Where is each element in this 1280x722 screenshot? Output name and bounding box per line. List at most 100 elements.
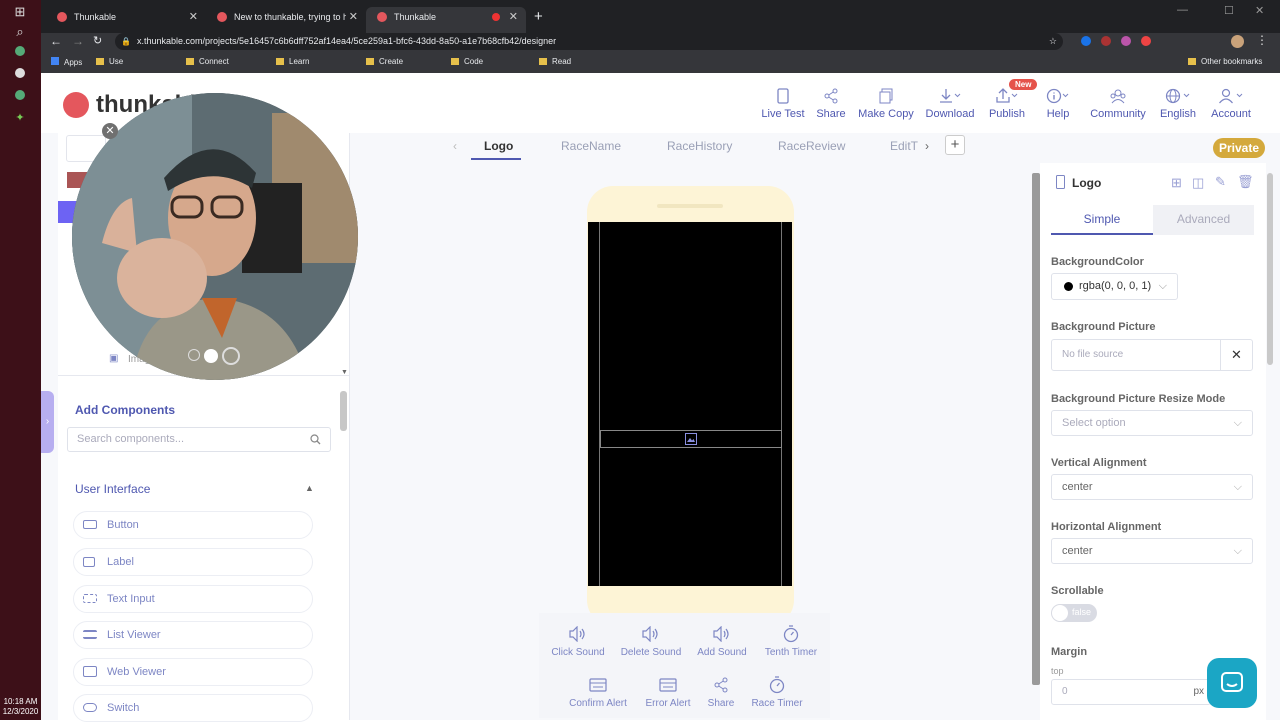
user-icon (1219, 88, 1243, 104)
component-switch[interactable]: Switch (73, 694, 313, 722)
make-copy-button[interactable]: Make Copy (857, 87, 915, 120)
image-component[interactable] (600, 430, 782, 448)
add-folder-icon[interactable]: ⊞ (1171, 175, 1182, 191)
other-bookmarks[interactable]: Other bookmarks (1188, 57, 1262, 66)
header-button-label: Community (1090, 108, 1146, 120)
tab-advanced[interactable]: Advanced (1153, 205, 1254, 235)
component-search-input[interactable]: Search components... (67, 427, 331, 452)
android-icon[interactable]: ✦ (12, 110, 28, 126)
alert-icon (659, 678, 677, 692)
component-label[interactable]: Label (73, 548, 313, 576)
download-button[interactable]: Download (924, 87, 976, 120)
race-timer-action[interactable]: Race Timer (742, 676, 812, 709)
horizontal-alignment-select[interactable]: center ⌵ (1051, 538, 1253, 564)
extension-icon[interactable] (1141, 36, 1151, 46)
forward-icon[interactable]: → (72, 34, 84, 48)
tab-logo[interactable]: Logo (484, 139, 513, 153)
bookmark-item[interactable]: Read (539, 57, 571, 66)
share-icon (824, 88, 838, 104)
maximize-icon[interactable]: ☐ (1224, 4, 1234, 17)
tabs-prev-icon[interactable]: ‹ (453, 139, 457, 153)
bookmark-item[interactable]: Code (451, 57, 483, 66)
live-test-button[interactable]: Live Test (761, 87, 805, 120)
layout-icon[interactable]: ◫ (1192, 175, 1204, 191)
bookmark-item[interactable]: Apps (51, 57, 82, 67)
bookmark-item[interactable]: Learn (276, 57, 309, 66)
webcam-close-icon[interactable]: ✕ (102, 123, 118, 139)
chat-support-button[interactable] (1207, 658, 1257, 708)
close-icon[interactable]: ✕ (189, 7, 198, 27)
search-icon[interactable]: ⌕ (12, 24, 28, 40)
tab-simple[interactable]: Simple (1051, 205, 1153, 235)
community-button[interactable]: Community (1087, 87, 1149, 120)
tab-racereview[interactable]: RaceReview (778, 139, 845, 153)
close-icon[interactable]: ✕ (509, 7, 518, 27)
component-web-viewer[interactable]: Web Viewer (73, 658, 313, 686)
tenth-timer-action[interactable]: Tenth Timer (756, 625, 826, 658)
component-button[interactable]: Button (73, 511, 313, 539)
properties-scrollbar[interactable] (1267, 173, 1273, 365)
browser-tab[interactable]: Thunkable ✕ (46, 7, 206, 33)
chevron-up-icon[interactable]: ▲ (305, 483, 314, 493)
close-icon[interactable]: ✕ (349, 7, 358, 27)
window-close-icon[interactable]: ✕ (1255, 4, 1264, 17)
resize-mode-select[interactable]: Select option ⌵ (1051, 410, 1253, 436)
tabs-next-icon[interactable]: › (925, 139, 929, 153)
share-button[interactable]: Share (813, 87, 849, 120)
language-button[interactable]: English (1159, 87, 1197, 120)
delete-sound-action[interactable]: Delete Sound (616, 625, 686, 658)
bookmark-item[interactable]: Use (96, 57, 123, 66)
background-picture-input[interactable]: No file source ✕ (1051, 339, 1253, 371)
minimize-icon[interactable]: — (1177, 4, 1188, 16)
account-button[interactable]: Account (1209, 87, 1253, 120)
new-tab-button[interactable]: + (534, 8, 543, 25)
extension-icon[interactable] (1101, 36, 1111, 46)
view-option-medium[interactable] (204, 349, 218, 363)
back-icon[interactable]: ← (50, 34, 62, 48)
clear-icon[interactable]: ✕ (1220, 340, 1252, 370)
alert-icon (589, 678, 607, 692)
section-user-interface[interactable]: User Interface (75, 482, 150, 496)
confirm-alert-action[interactable]: Confirm Alert (563, 676, 633, 709)
globe-icon (1165, 88, 1190, 104)
extension-icon[interactable] (1081, 36, 1091, 46)
star-icon[interactable]: ☆ (1049, 33, 1057, 50)
browser-tab[interactable]: New to thunkable, trying to hire ✕ (206, 7, 366, 33)
action-label: Click Sound (551, 647, 605, 658)
browser-tab-active[interactable]: Thunkable ✕ (366, 7, 526, 33)
margin-top-input[interactable]: 0 px (1051, 679, 1211, 705)
add-sound-action[interactable]: Add Sound (687, 625, 757, 658)
bookmark-item[interactable]: Create (366, 57, 403, 66)
component-list-viewer[interactable]: List Viewer (73, 621, 313, 649)
tab-edit[interactable]: EditT (890, 139, 918, 153)
publish-button[interactable]: Publish (985, 87, 1029, 120)
component-text-input[interactable]: Text Input (73, 585, 313, 613)
menu-dots-icon[interactable]: ⋮ (1256, 33, 1268, 47)
view-option-large[interactable] (222, 347, 240, 365)
chrome-icon-2[interactable] (15, 90, 25, 100)
profile-avatar[interactable] (1231, 35, 1244, 48)
click-sound-action[interactable]: Click Sound (543, 625, 613, 658)
vertical-alignment-select[interactable]: center ⌵ (1051, 474, 1253, 500)
tab-racehistory[interactable]: RaceHistory (667, 139, 732, 153)
address-bar[interactable]: 🔒 x.thunkable.com/projects/5e16457c6b6df… (115, 33, 1063, 50)
tab-racename[interactable]: RaceName (561, 139, 621, 153)
private-button[interactable]: Private (1213, 138, 1265, 158)
bookmark-item[interactable]: Connect (186, 57, 229, 66)
help-button[interactable]: Help (1043, 87, 1073, 120)
expand-sidebar-button[interactable]: › (41, 391, 54, 453)
scrollable-toggle[interactable]: false (1051, 604, 1097, 622)
add-screen-button[interactable]: + (945, 135, 965, 155)
windows-start-icon[interactable]: ⊞ (12, 4, 28, 20)
view-option-small[interactable] (188, 349, 200, 361)
chrome-icon[interactable] (15, 46, 25, 56)
trash-icon[interactable]: 🗑 (1237, 174, 1254, 190)
phone-screen[interactable] (588, 222, 792, 586)
canvas-scrollbar[interactable] (1032, 173, 1040, 685)
edit-icon[interactable]: ✎ (1215, 174, 1226, 190)
app-icon[interactable] (15, 68, 25, 78)
panel-scrollbar[interactable] (340, 391, 347, 431)
background-color-picker[interactable]: rgba(0, 0, 0, 1) ⌵ (1051, 273, 1178, 300)
extension-icon[interactable] (1121, 36, 1131, 46)
reload-icon[interactable]: ↻ (93, 34, 102, 47)
